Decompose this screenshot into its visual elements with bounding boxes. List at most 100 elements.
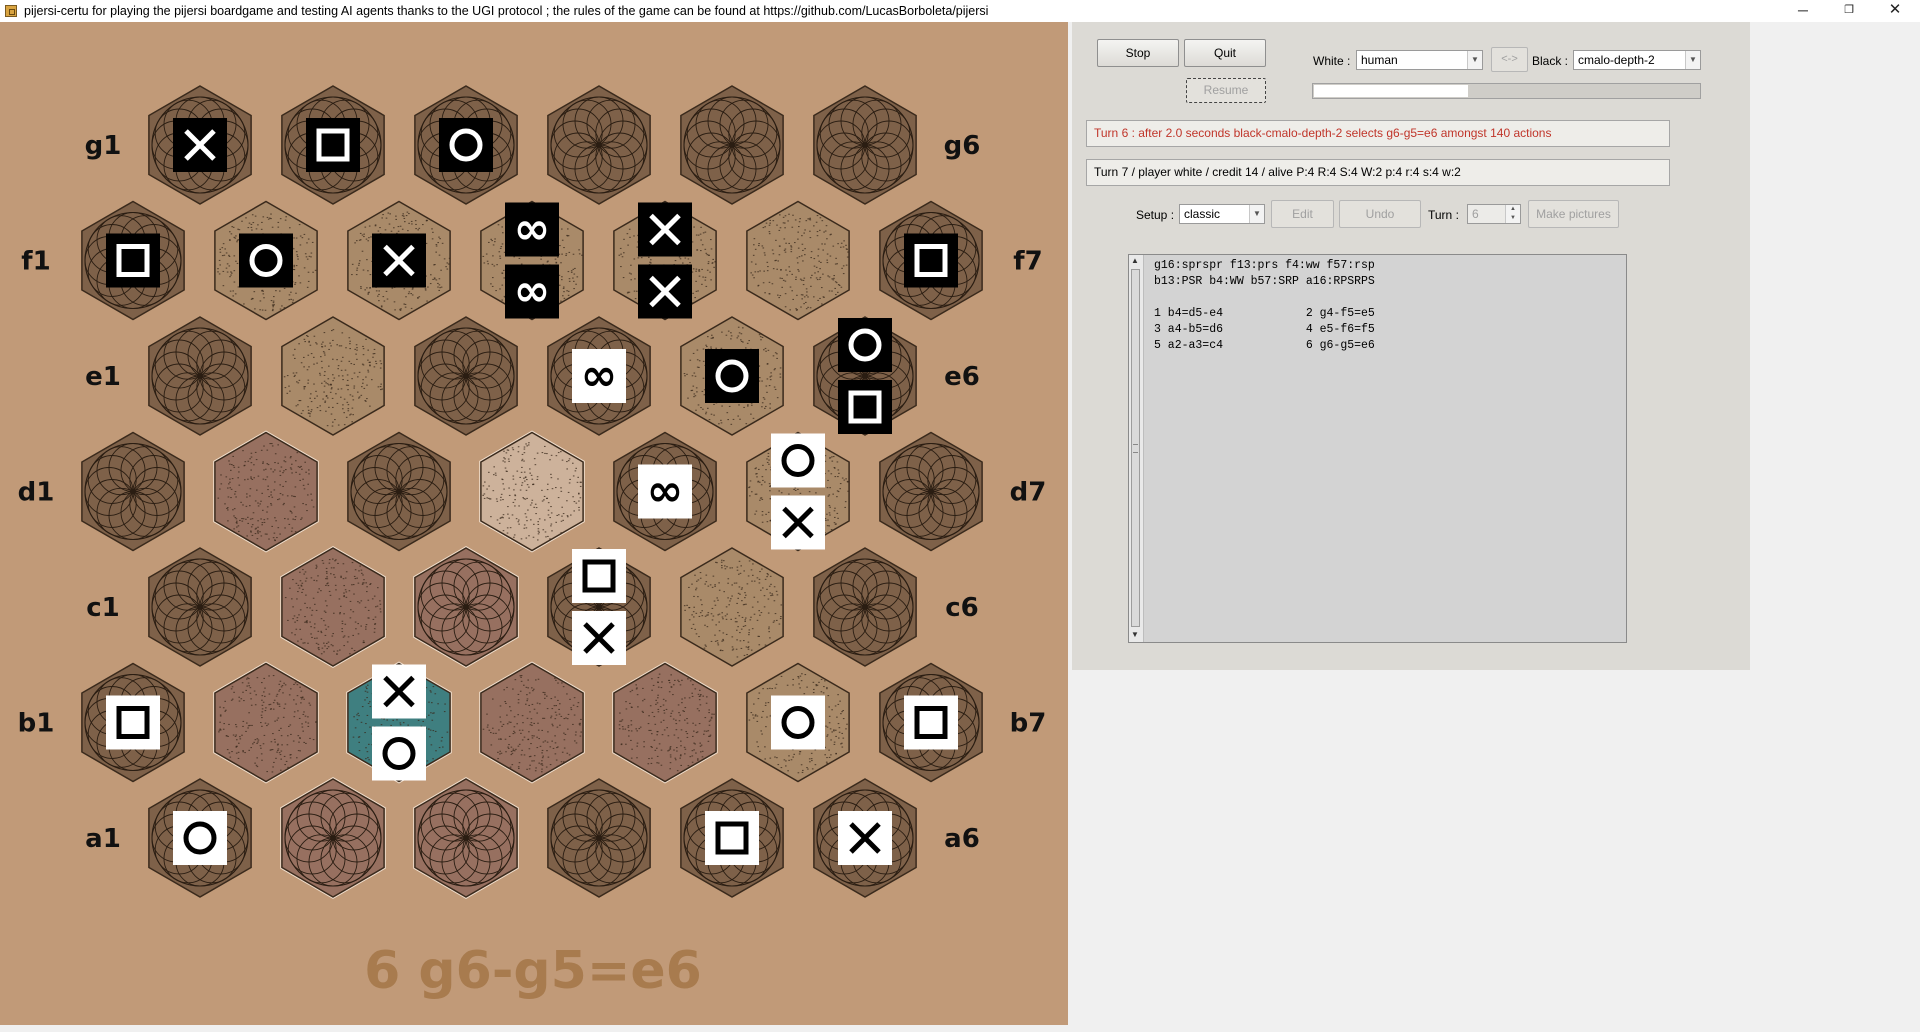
board-cell[interactable]: ∞ <box>546 315 652 437</box>
board-cell[interactable] <box>280 84 386 206</box>
board-cell[interactable] <box>878 199 984 322</box>
last-move-text: 6 g6-g5=e6 <box>364 941 702 1001</box>
minimize-button[interactable]: ─ <box>1780 0 1826 22</box>
board-cell[interactable] <box>80 199 186 322</box>
board-cell[interactable] <box>878 430 984 553</box>
title-bar: pijersi-certu for playing the pijersi bo… <box>0 0 1920 22</box>
row-label-right: g6 <box>944 131 981 161</box>
resume-button[interactable]: Resume <box>1186 78 1266 103</box>
board-cell[interactable] <box>147 546 253 668</box>
close-button[interactable]: ✕ <box>1872 0 1918 22</box>
board-cell[interactable] <box>147 315 253 437</box>
scroll-up-icon[interactable]: ▲ <box>1131 256 1139 265</box>
board-cell[interactable] <box>280 777 386 899</box>
stop-button[interactable]: Stop <box>1097 39 1179 67</box>
board-cell[interactable] <box>346 661 452 784</box>
setup-select[interactable]: classic ▼ <box>1179 204 1265 224</box>
row-label-left: f1 <box>21 247 50 277</box>
row-label-right: b7 <box>1010 709 1047 739</box>
turn-value: 6 <box>1472 207 1479 221</box>
board-cell[interactable] <box>147 84 253 206</box>
board-cell[interactable] <box>546 84 652 206</box>
chevron-down-icon: ▼ <box>1685 51 1700 69</box>
row-label-left: d1 <box>18 478 55 508</box>
white-player-value: human <box>1361 53 1398 67</box>
board-cell[interactable] <box>812 546 918 668</box>
board-cell[interactable] <box>147 777 253 899</box>
board-cell[interactable] <box>679 546 785 668</box>
board-cell[interactable] <box>812 315 918 437</box>
move-list-row: 1 b4=d5-e4 2 g4-f5=e5 <box>1154 307 1375 320</box>
board-cell[interactable] <box>745 199 851 322</box>
board-canvas[interactable]: ∞∞∞∞g1f1e1d1c1b1a1g6f7e6d7c6b7a66 g6-g5=… <box>0 22 1068 1025</box>
scrollbar-thumb[interactable] <box>1131 269 1140 627</box>
board-cell[interactable] <box>612 199 718 322</box>
board-cell[interactable] <box>213 199 319 322</box>
undo-button[interactable]: Undo <box>1339 200 1421 228</box>
edit-button[interactable]: Edit <box>1271 200 1334 228</box>
board-cell[interactable] <box>280 315 386 437</box>
board-cell[interactable] <box>546 777 652 899</box>
game-board[interactable]: ∞ ∞ ∞ ∞ g1 f1 e1 d1 c1 b1 a1 g6 f7 e6 d7 c6 b7 a6 6 g6-g5=… <box>0 22 1068 1025</box>
scrollbar[interactable]: ▲ ▼ <box>1129 255 1144 642</box>
board-cell[interactable] <box>213 661 319 784</box>
scroll-down-icon[interactable]: ▼ <box>1131 630 1139 639</box>
control-panel: Stop Quit Resume White : human ▼ <-> Bla… <box>1072 22 1750 670</box>
board-cell[interactable] <box>812 84 918 206</box>
board-cell[interactable] <box>80 430 186 553</box>
move-list-row: 3 a4-b5=d6 4 e5-f6=f5 <box>1154 323 1375 336</box>
quit-button[interactable]: Quit <box>1184 39 1266 67</box>
setup-value: classic <box>1184 207 1221 221</box>
board-cell[interactable] <box>346 430 452 553</box>
row-label-left: b1 <box>18 709 55 739</box>
chevron-down-icon: ▼ <box>1467 51 1482 69</box>
board-cell[interactable] <box>479 430 585 553</box>
board-cell[interactable] <box>413 84 519 206</box>
row-label-right: d7 <box>1010 478 1047 508</box>
board-cell[interactable] <box>280 546 386 668</box>
turn-label: Turn : <box>1428 208 1459 222</box>
row-label-right: a6 <box>944 824 980 854</box>
setup-label: Setup : <box>1136 208 1175 222</box>
board-cell[interactable]: ∞ <box>612 430 718 553</box>
row-label-left: a1 <box>85 824 121 854</box>
black-player-select[interactable]: cmalo-depth-2 ▼ <box>1573 50 1701 70</box>
move-history-box[interactable]: ▲ ▼ g16:sprspr f13:prs f4:ww f57:rsp b13… <box>1128 254 1627 643</box>
board-cell[interactable] <box>546 546 652 668</box>
board-cell[interactable]: ∞∞ <box>479 199 585 322</box>
white-player-label: White : <box>1313 54 1351 68</box>
row-label-right: f7 <box>1013 247 1042 277</box>
black-player-label: Black : <box>1532 54 1569 68</box>
row-label-left: c1 <box>86 593 120 623</box>
board-cell[interactable] <box>413 546 519 668</box>
maximize-button[interactable]: ❐ <box>1826 0 1872 22</box>
svg-text:∞: ∞ <box>514 204 551 255</box>
svg-text:∞: ∞ <box>514 266 551 317</box>
board-cell[interactable] <box>612 661 718 784</box>
board-cell[interactable] <box>413 777 519 899</box>
board-cell[interactable] <box>80 661 186 784</box>
turn-spinner[interactable]: 6 ▲ ▼ <box>1467 204 1521 224</box>
board-cell[interactable] <box>679 315 785 437</box>
row-label-left: g1 <box>85 131 122 161</box>
thinking-progress-bar <box>1312 83 1701 99</box>
board-cell[interactable] <box>745 661 851 784</box>
board-cell[interactable] <box>812 777 918 899</box>
svg-text:∞: ∞ <box>581 350 618 401</box>
board-cell[interactable] <box>479 661 585 784</box>
board-cell[interactable] <box>745 430 851 553</box>
board-cell[interactable] <box>679 84 785 206</box>
board-cell[interactable] <box>346 199 452 322</box>
progress-fill <box>1314 85 1468 97</box>
board-cell[interactable] <box>679 777 785 899</box>
svg-text:∞: ∞ <box>647 466 684 517</box>
chevron-down-icon: ▼ <box>1249 205 1264 223</box>
swap-players-button[interactable]: <-> <box>1491 47 1528 72</box>
white-player-select[interactable]: human ▼ <box>1356 50 1483 70</box>
board-cell[interactable] <box>413 315 519 437</box>
board-cell[interactable] <box>213 430 319 553</box>
board-cell[interactable] <box>878 661 984 784</box>
make-pictures-button[interactable]: Make pictures <box>1528 200 1619 228</box>
move-list: 1 b4=d5-e4 2 g4-f5=e5 3 a4-b5=d6 4 e5-f6… <box>1154 306 1375 354</box>
window-title: pijersi-certu for playing the pijersi bo… <box>24 4 989 18</box>
